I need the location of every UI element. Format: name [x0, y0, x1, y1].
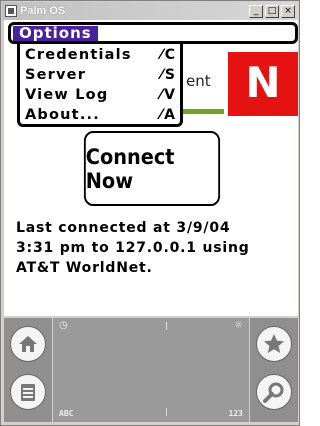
favorites-icon[interactable]	[256, 326, 292, 362]
logo-green-bar	[180, 109, 224, 114]
emulator-window: Palm OS _ □ × ent N Options Credentials …	[0, 0, 300, 426]
status-line: Last connected at 3/9/04	[16, 220, 231, 236]
status-line: 3:31 pm to 127.0.0.1 using	[16, 240, 250, 256]
palm-screen: ent N Options Credentials ⁄C Server ⁄S V…	[4, 20, 298, 316]
logo-red-box: N	[228, 52, 298, 116]
menu-item-credentials[interactable]: Credentials ⁄C	[25, 45, 177, 65]
options-dropdown: Credentials ⁄C Server ⁄S View Log ⁄V Abo…	[17, 44, 183, 127]
divider	[166, 322, 167, 330]
title-bar[interactable]: Palm OS _ □ ×	[2, 2, 298, 20]
logo-partial-text: ent	[186, 72, 211, 90]
divider	[166, 408, 167, 416]
window-title: Palm OS	[20, 5, 66, 17]
menu-item-label: View Log	[25, 87, 109, 103]
home-icon[interactable]	[10, 326, 46, 362]
graffiti-writing-area[interactable]: ◷ ☼ ABC 123	[52, 318, 250, 422]
status-text: Last connected at 3/9/04 3:31 pm to 127.…	[16, 218, 292, 278]
menu-item-label: Server	[25, 67, 87, 83]
menu-item-shortcut: ⁄V	[159, 87, 177, 103]
logo-letter: N	[245, 58, 281, 107]
maximize-button[interactable]: □	[265, 4, 279, 18]
menu-item-label: Credentials	[25, 47, 132, 63]
menu-item-shortcut: ⁄A	[159, 107, 177, 123]
abc-label: ABC	[59, 409, 74, 418]
graffiti-area: ◷ ☼ ABC 123	[4, 316, 298, 424]
app-icon	[5, 5, 17, 17]
find-icon[interactable]	[256, 374, 292, 410]
menu-item-shortcut: ⁄S	[160, 67, 177, 83]
brightness-icon[interactable]: ☼	[234, 320, 243, 331]
menu-bar: Options	[8, 22, 298, 44]
clock-icon[interactable]: ◷	[59, 320, 68, 331]
menu-item-server[interactable]: Server ⁄S	[25, 65, 177, 85]
menu-icon[interactable]	[10, 374, 46, 410]
menu-item-label: About...	[25, 107, 100, 123]
provider-logo: ent N	[180, 52, 298, 118]
menu-options[interactable]: Options	[13, 26, 98, 41]
num-label: 123	[228, 409, 243, 418]
status-line: AT&T WorldNet.	[16, 260, 153, 276]
close-button[interactable]: ×	[281, 4, 295, 18]
menu-item-about[interactable]: About... ⁄A	[25, 105, 177, 125]
connect-now-button[interactable]: Connect Now	[83, 131, 221, 206]
menu-item-shortcut: ⁄C	[160, 47, 177, 63]
minimize-button[interactable]: _	[249, 4, 263, 18]
menu-item-view-log[interactable]: View Log ⁄V	[25, 85, 177, 105]
